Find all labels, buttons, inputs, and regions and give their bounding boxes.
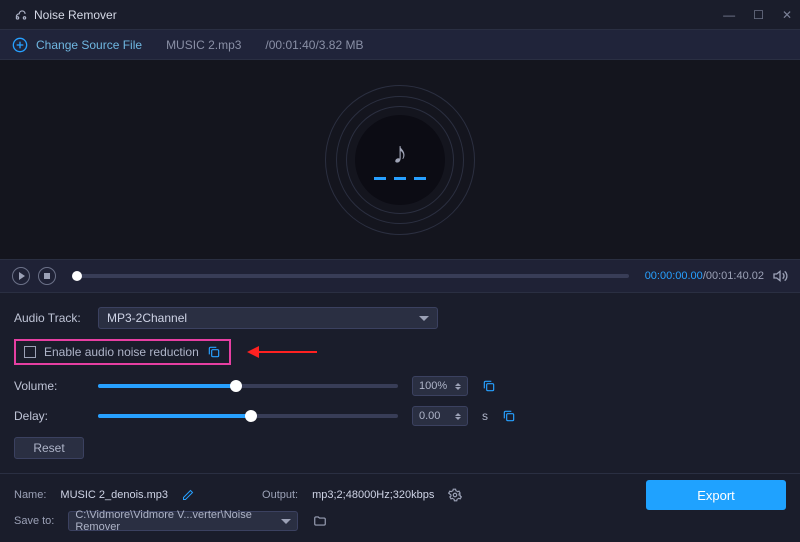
audio-disc-art: ♪ [325,85,475,235]
volume-reset-icon[interactable] [482,379,496,393]
maximize-button[interactable]: ☐ [753,8,764,22]
stop-button[interactable] [38,267,56,285]
volume-slider[interactable] [98,384,398,388]
seek-slider[interactable] [72,274,629,278]
edit-name-icon[interactable] [182,489,194,501]
plus-circle-icon [12,37,28,53]
delay-value-stepper[interactable]: 0.00 [412,406,468,426]
source-info: /00:01:40/3.82 MB [265,38,363,52]
output-settings-icon[interactable] [448,488,462,502]
play-button[interactable] [12,267,30,285]
volume-label: Volume: [14,379,84,393]
saveto-label: Save to: [14,515,54,527]
reset-button[interactable]: Reset [14,437,84,459]
export-button[interactable]: Export [646,480,786,510]
delay-label: Delay: [14,409,84,423]
noise-reduction-checkbox[interactable] [24,346,36,358]
change-source-button[interactable]: Change Source File [12,37,142,53]
close-button[interactable]: ✕ [782,8,792,22]
volume-value-stepper[interactable]: 100% [412,376,468,396]
delay-reset-icon[interactable] [502,409,516,423]
titlebar: Noise Remover — ☐ ✕ [0,0,800,30]
name-label: Name: [14,489,46,501]
noise-reduction-label: Enable audio noise reduction [44,345,199,359]
app-title: Noise Remover [14,8,117,22]
output-label: Output: [262,489,298,501]
app-logo-icon [14,8,28,22]
audio-track-label: Audio Track: [14,311,84,325]
annotation-arrow-icon [247,346,317,358]
open-folder-icon[interactable] [312,514,328,528]
chevron-down-icon [419,316,429,321]
time-display: 00:00:00.00/00:01:40.02 [645,270,764,282]
noise-reduction-row: Enable audio noise reduction [14,339,231,365]
source-filename: MUSIC 2.mp3 [166,38,241,52]
volume-icon[interactable] [772,268,788,284]
output-name-value: MUSIC 2_denois.mp3 [60,489,168,501]
noise-info-icon[interactable] [207,345,221,359]
settings-form: Audio Track: MP3-2Channel Enable audio n… [0,293,800,465]
delay-slider[interactable] [98,414,398,418]
delay-unit: s [482,409,488,423]
source-bar: Change Source File MUSIC 2.mp3 /00:01:40… [0,30,800,60]
audio-track-select[interactable]: MP3-2Channel [98,307,438,329]
saveto-path-select[interactable]: C:\Vidmore\Vidmore V...verter\Noise Remo… [68,511,298,531]
preview-area: ♪ [0,60,800,259]
minimize-button[interactable]: — [723,8,735,22]
output-format-value: mp3;2;48000Hz;320kbps [312,489,434,501]
playback-bar: 00:00:00.00/00:01:40.02 [0,259,800,293]
output-section: Name: MUSIC 2_denois.mp3 Output: mp3;2;4… [0,474,800,542]
